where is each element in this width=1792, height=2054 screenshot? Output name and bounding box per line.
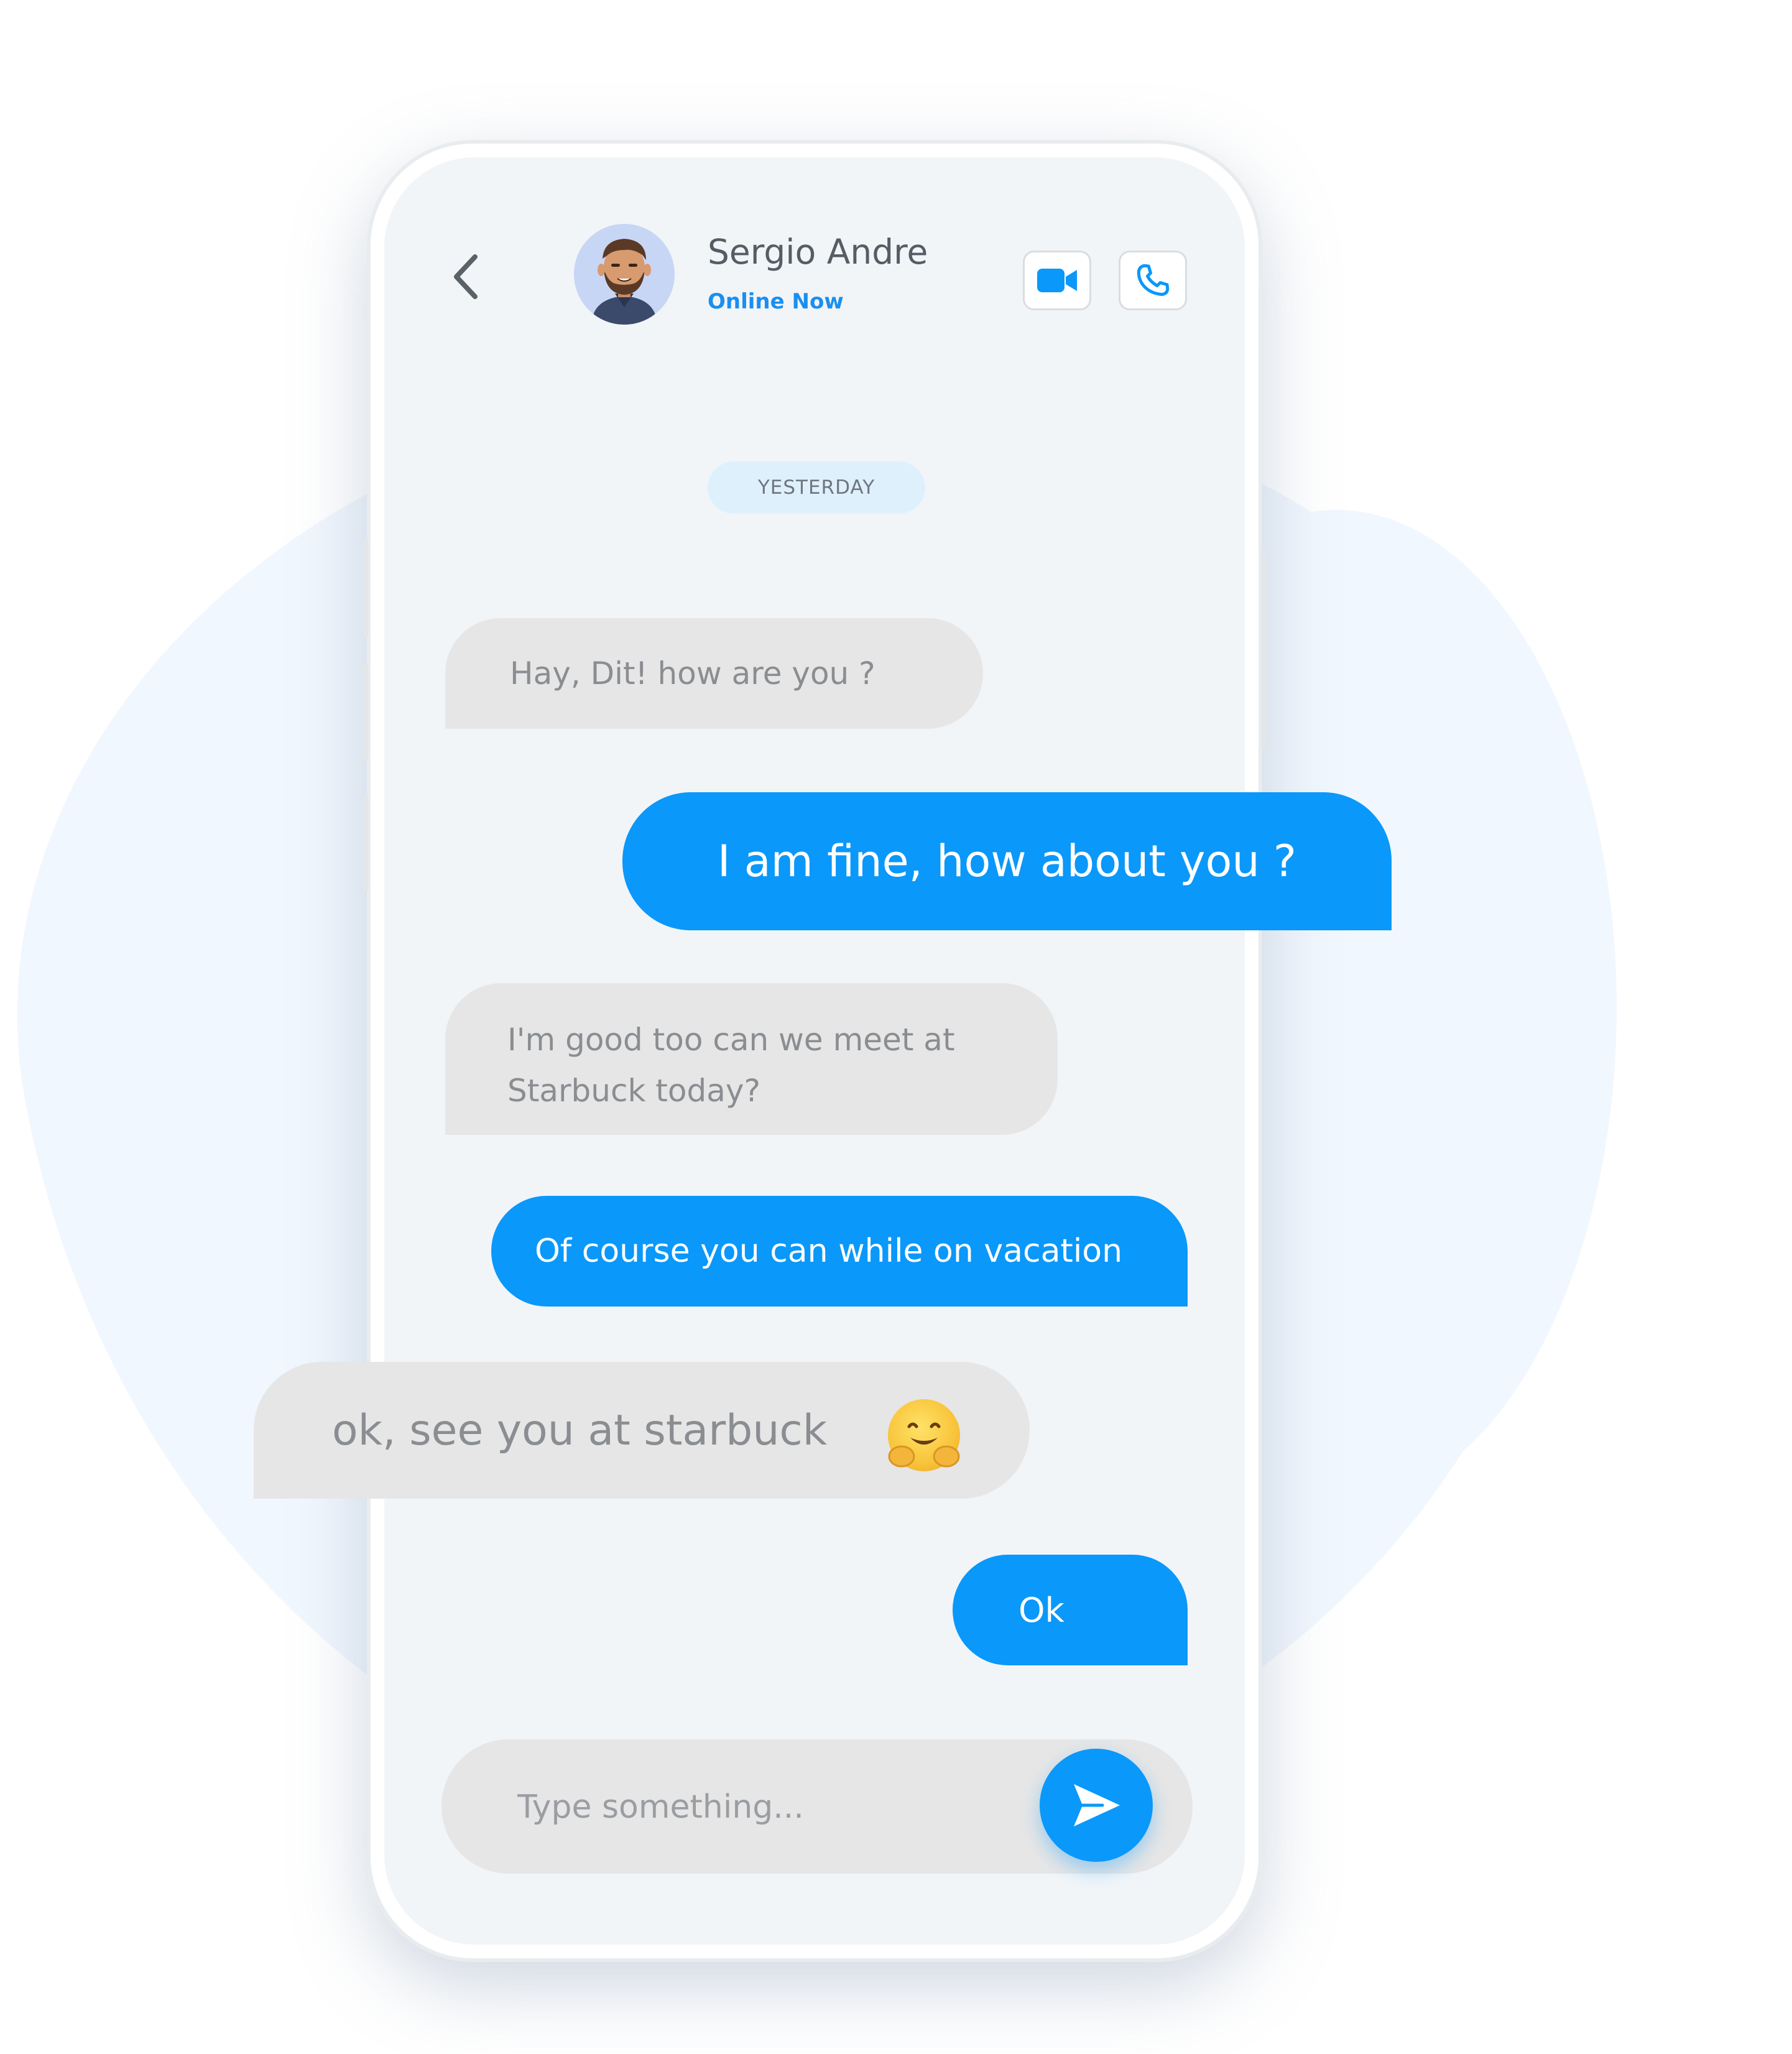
message-text: Ok (1018, 1590, 1065, 1630)
message-outgoing: I am fine, how about you ? (622, 792, 1392, 930)
phone-side-button (363, 538, 368, 637)
message-text: Of course you can while on vacation (535, 1233, 1123, 1270)
online-status: Online Now (708, 289, 844, 314)
avatar[interactable] (574, 224, 675, 325)
message-outgoing: Ok (953, 1555, 1188, 1665)
message-text-line: I'm good too can we meet at (507, 1022, 955, 1058)
hugging-face-emoji (888, 1399, 960, 1471)
message-incoming: Hay, Dit! how are you ? (445, 618, 983, 729)
message-outgoing: Of course you can while on vacation (491, 1196, 1188, 1307)
message-text-line: Starbuck today? (507, 1073, 761, 1109)
phone-power-button (1261, 550, 1266, 749)
contact-name: Sergio Andre (708, 232, 928, 272)
voice-call-button[interactable] (1119, 251, 1187, 310)
chevron-left-icon[interactable] (448, 252, 485, 302)
message-text: ok, see you at starbuck (332, 1405, 828, 1455)
video-call-button[interactable] (1023, 251, 1091, 310)
message-text: Hay, Dit! how are you ? (510, 655, 875, 692)
message-incoming: I'm good too can we meet at Starbuck tod… (445, 983, 1058, 1135)
message-input[interactable] (516, 1777, 1004, 1838)
message-text: I am fine, how about you ? (717, 836, 1297, 887)
send-icon (1074, 1784, 1120, 1826)
send-button[interactable] (1040, 1749, 1153, 1862)
phone-icon (1137, 264, 1170, 296)
phone-side-button (363, 793, 368, 892)
date-divider: YESTERDAY (708, 461, 925, 514)
phone-side-button (363, 662, 368, 762)
video-camera-icon (1037, 269, 1077, 292)
